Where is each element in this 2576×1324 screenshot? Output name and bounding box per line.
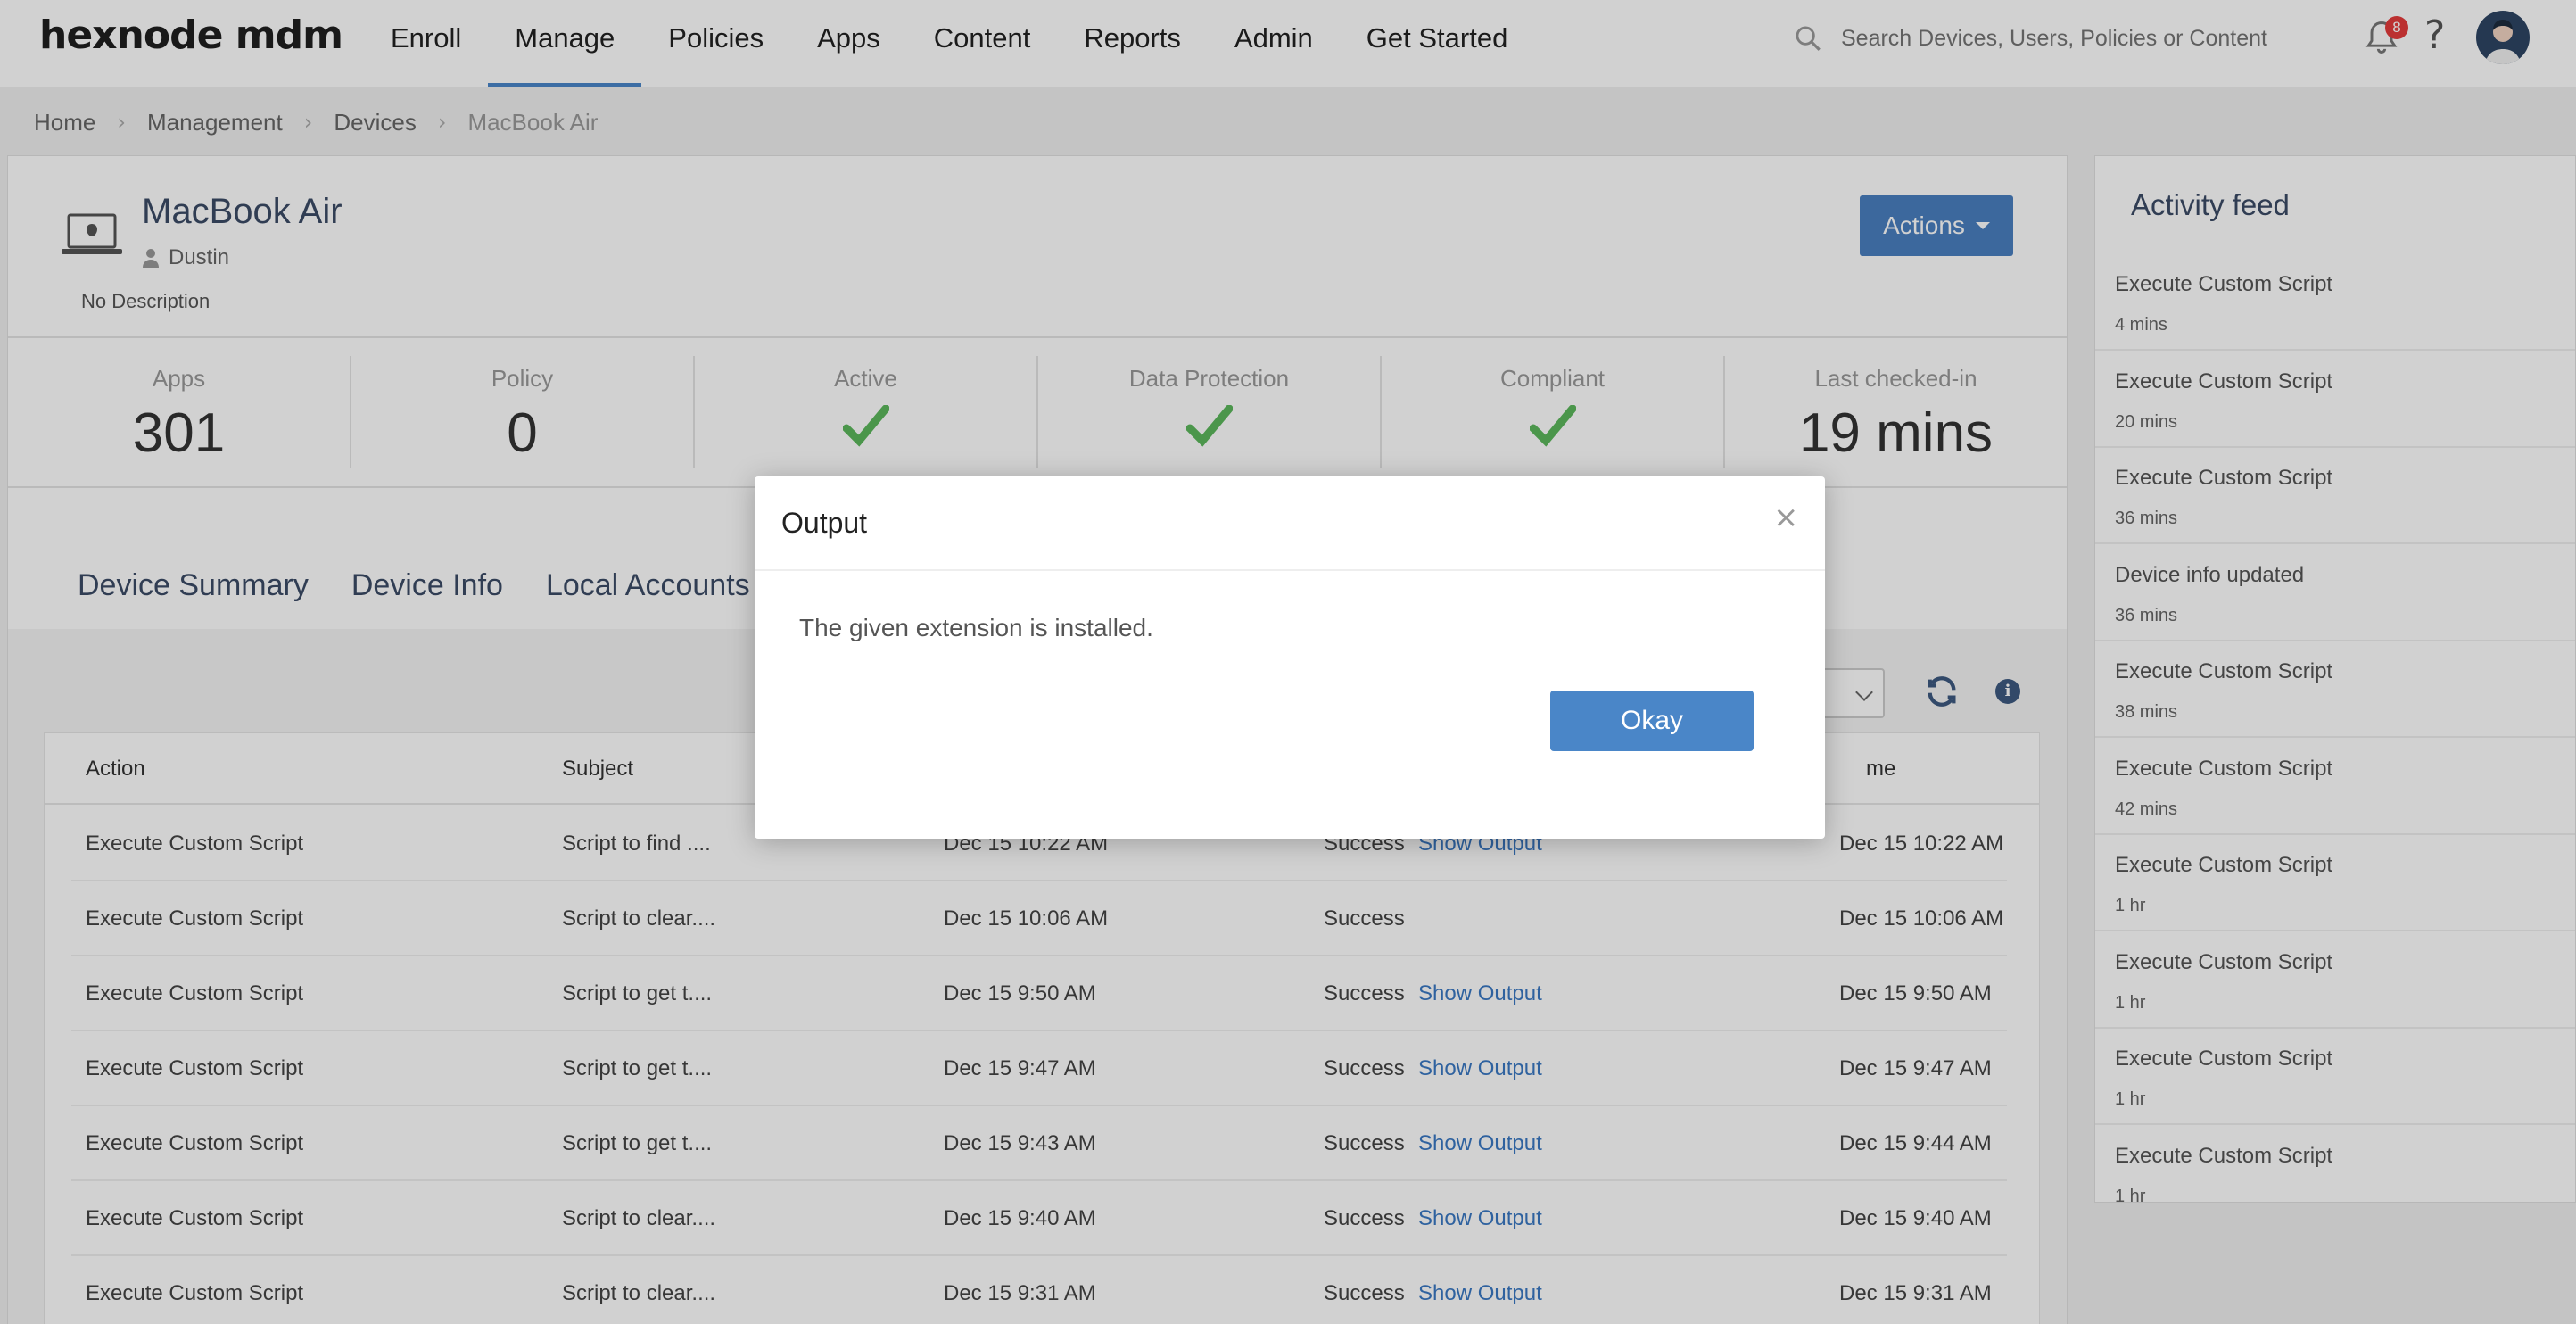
okay-button[interactable]: Okay: [1550, 691, 1754, 751]
dialog-message: The given extension is installed.: [799, 614, 1153, 641]
dialog-header: Output ×: [755, 476, 1825, 571]
dialog-title: Output: [781, 507, 868, 539]
close-icon[interactable]: ×: [1773, 500, 1799, 535]
output-dialog: Output × The given extension is installe…: [755, 476, 1825, 839]
